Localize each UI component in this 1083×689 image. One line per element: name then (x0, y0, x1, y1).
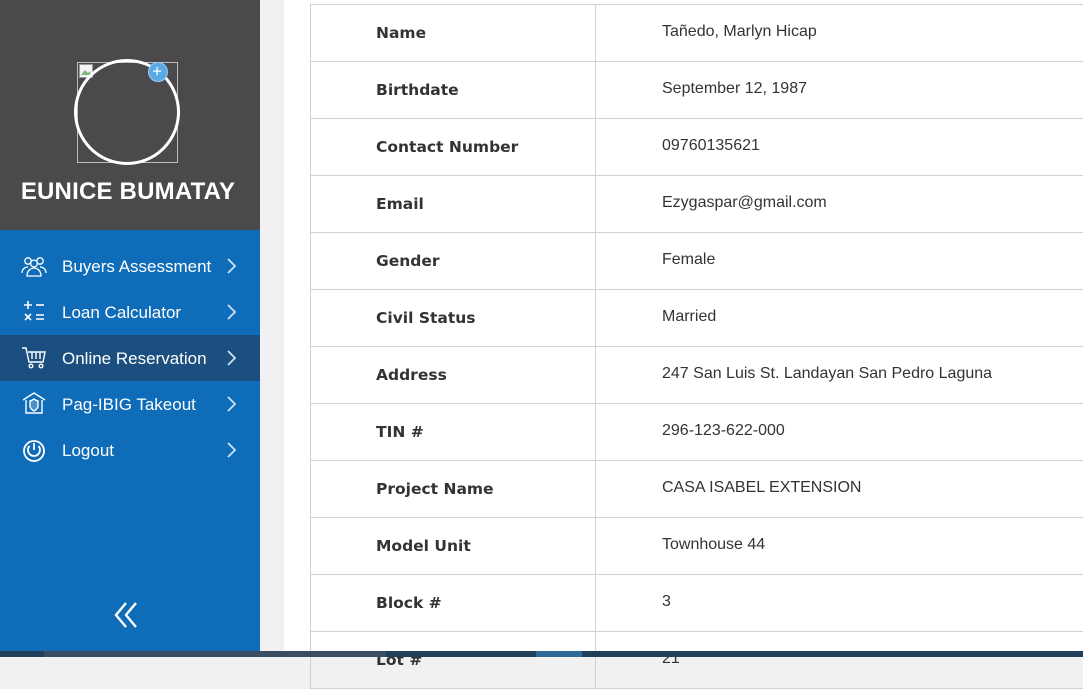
field-label: Block # (311, 575, 596, 632)
table-row: Block #3 (311, 575, 1083, 632)
table-row: NameTañedo, Marlyn Hicap (311, 5, 1083, 62)
field-value: Townhouse 44 (596, 518, 1083, 575)
chevron-right-icon (224, 303, 238, 321)
table-row: BirthdateSeptember 12, 1987 (311, 62, 1083, 119)
house-shield-icon (20, 391, 48, 417)
table-row: Lot #21 (311, 632, 1083, 689)
sidebar-item-logout[interactable]: Logout (0, 427, 260, 473)
field-value: 09760135621 (596, 119, 1083, 176)
field-value: Tañedo, Marlyn Hicap (596, 5, 1083, 62)
taskbar-edge (0, 651, 1083, 657)
field-label: Address (311, 347, 596, 404)
table-row: Project NameCASA ISABEL EXTENSION (311, 461, 1083, 518)
shopping-cart-icon (20, 345, 48, 371)
plus-icon (149, 63, 167, 81)
field-value: 3 (596, 575, 1083, 632)
field-label: Civil Status (311, 290, 596, 347)
chevron-right-icon (224, 257, 238, 275)
field-value: Ezygaspar@gmail.com (596, 176, 1083, 233)
sidebar-item-label: Logout (62, 441, 114, 461)
field-label: Lot # (311, 632, 596, 689)
field-value: 21 (596, 632, 1083, 689)
power-icon (20, 437, 48, 463)
field-label: Project Name (311, 461, 596, 518)
double-chevron-left-icon[interactable] (112, 600, 144, 630)
sidebar-item-buyers-assessment[interactable]: Buyers Assessment (0, 243, 260, 289)
table-row: Civil StatusMarried (311, 290, 1083, 347)
table-row: Model UnitTownhouse 44 (311, 518, 1083, 575)
calculator-icon (20, 299, 48, 325)
reservation-details-panel: NameTañedo, Marlyn HicapBirthdateSeptemb… (284, 0, 1083, 657)
field-label: Email (311, 176, 596, 233)
field-label: Gender (311, 233, 596, 290)
sidebar-item-loan-calculator[interactable]: Loan Calculator (0, 289, 260, 335)
sidebar-item-label: Loan Calculator (62, 303, 181, 323)
table-row: Address247 San Luis St. Landayan San Ped… (311, 347, 1083, 404)
sidebar-item-label: Online Reservation (62, 349, 207, 369)
sidebar-nav: Buyers Assessment Loan Calculator (0, 243, 260, 473)
field-value: CASA ISABEL EXTENSION (596, 461, 1083, 518)
field-value: Female (596, 233, 1083, 290)
add-photo-button[interactable] (148, 62, 168, 82)
chevron-right-icon (224, 349, 238, 367)
table-row: EmailEzygaspar@gmail.com (311, 176, 1083, 233)
chevron-right-icon (224, 441, 238, 459)
details-table: NameTañedo, Marlyn HicapBirthdateSeptemb… (310, 4, 1083, 689)
taskbar-segment (44, 651, 386, 657)
taskbar-segment (536, 651, 582, 657)
field-label: Name (311, 5, 596, 62)
table-row: Contact Number09760135621 (311, 119, 1083, 176)
user-name: EUNICE BUMATAY (0, 178, 256, 206)
sidebar: EUNICE BUMATAY Buyers Assessment Lo (0, 0, 260, 657)
field-value: September 12, 1987 (596, 62, 1083, 119)
profile-panel: EUNICE BUMATAY (0, 0, 260, 230)
field-label: Birthdate (311, 62, 596, 119)
sidebar-item-label: Pag-IBIG Takeout (62, 395, 196, 415)
sidebar-item-label: Buyers Assessment (62, 257, 211, 277)
table-row: GenderFemale (311, 233, 1083, 290)
field-label: Contact Number (311, 119, 596, 176)
field-label: Model Unit (311, 518, 596, 575)
field-value: Married (596, 290, 1083, 347)
sidebar-item-pag-ibig-takeout[interactable]: Pag-IBIG Takeout (0, 381, 260, 427)
chevron-right-icon (224, 395, 238, 413)
field-value: 247 San Luis St. Landayan San Pedro Lagu… (596, 347, 1083, 404)
table-row: TIN #296-123-622-000 (311, 404, 1083, 461)
field-label: TIN # (311, 404, 596, 461)
users-group-icon (20, 253, 48, 279)
field-value: 296-123-622-000 (596, 404, 1083, 461)
sidebar-item-online-reservation[interactable]: Online Reservation (0, 335, 260, 381)
